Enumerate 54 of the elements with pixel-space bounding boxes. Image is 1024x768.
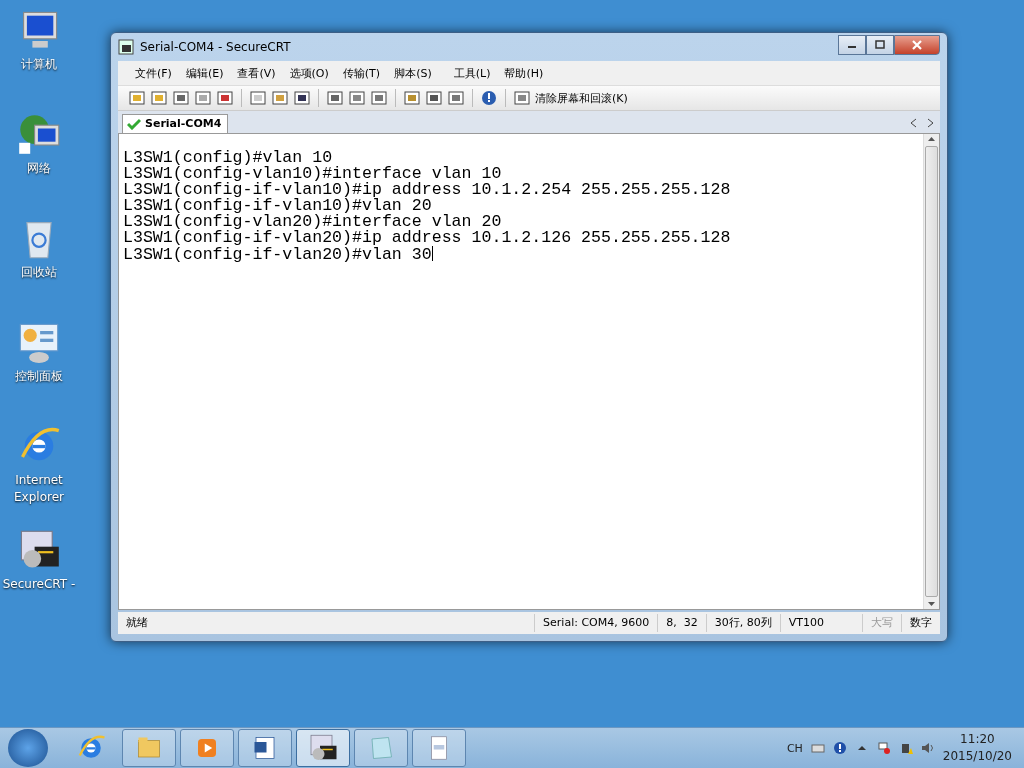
key-indicator: 大写 <box>862 614 901 632</box>
text-cursor <box>431 246 433 261</box>
keyboard-icon[interactable] <box>810 741 825 755</box>
connection-info: Serial: COM4, 9600 <box>534 614 658 632</box>
help-icon[interactable] <box>832 741 847 755</box>
terminal-line: L3SW1(config-if-vlan10)#vlan 20 <box>123 196 432 215</box>
terminal-line: L3SW1(config-vlan20)#interface vlan 20 <box>123 212 502 231</box>
arrow-right-icon[interactable] <box>926 118 934 128</box>
maximize-icon <box>875 40 885 50</box>
maximize-button[interactable] <box>866 35 894 55</box>
start-button[interactable] <box>8 729 48 767</box>
terminal[interactable] <box>118 133 940 610</box>
taskbar-button[interactable] <box>238 729 292 767</box>
key-indicator: 数字 <box>901 614 940 632</box>
close-button[interactable] <box>894 35 940 55</box>
terminal-line: L3SW1(config-if-vlan20)#vlan 30 <box>123 245 432 264</box>
menu-item[interactable]: 查看(V) <box>230 65 283 81</box>
emulation-mode: VT100 <box>779 614 832 632</box>
checkmark-icon <box>127 117 141 130</box>
arrow-down-icon[interactable] <box>927 599 936 609</box>
terminal-line: L3SW1(config-vlan10)#interface vlan 10 <box>123 164 502 183</box>
menu-item[interactable]: 传输(T) <box>335 65 388 81</box>
globe-monitor-icon <box>17 112 61 156</box>
terminal-line: L3SW1(config)#vlan 10 <box>123 148 333 167</box>
speaker-icon[interactable] <box>920 741 935 755</box>
menu-item[interactable]: 工具(L) <box>446 65 498 81</box>
desktop-icon-label[interactable]: SecureCRT - <box>0 576 78 593</box>
terminal-size: 30行, 80列 <box>705 614 780 632</box>
arrow-left-icon[interactable] <box>910 118 918 128</box>
minimize-button[interactable] <box>838 35 866 55</box>
language-indicator[interactable]: CH <box>786 741 803 755</box>
menu-item[interactable]: 编辑(E) <box>178 65 231 81</box>
help-icon[interactable] <box>480 89 498 107</box>
cursor-position: 8, 32 <box>657 614 706 632</box>
menu-item[interactable]: 文件(F) <box>128 65 179 81</box>
scrollbar[interactable] <box>923 134 939 609</box>
app-icon <box>118 39 134 55</box>
terminal-line: L3SW1(config-if-vlan10)#ip address 10.1.2.254 255.255.255.128 <box>123 180 731 199</box>
terminal-line: L3SW1(config-if-vlan20)#ip address 10.1.2.126 255.255.255.128 <box>123 228 731 247</box>
scrollbar-thumb[interactable] <box>925 146 938 597</box>
arrow-up-icon[interactable] <box>927 134 936 144</box>
menu-item[interactable]: 选项(O) <box>282 65 336 81</box>
status-text: 就绪 <box>125 615 149 631</box>
desktop-icon-label[interactable]: Internet Explorer <box>0 472 78 506</box>
clock-time: 11:20 <box>960 731 995 748</box>
clear-screen-button[interactable]: 清除屏幕和回滚(K) <box>535 90 628 106</box>
close-icon <box>911 39 923 51</box>
clock-date: 2015/10/20 <box>942 748 1012 765</box>
session-tab[interactable]: Serial-COM4 <box>122 114 229 133</box>
taskbar-button[interactable] <box>296 729 350 767</box>
menu-item[interactable]: 脚本(S) <box>387 65 439 81</box>
menu-item[interactable]: 帮助(H) <box>497 65 551 81</box>
window-title: Serial-COM4 - SecureCRT <box>140 40 291 54</box>
clock[interactable]: 11:20 2015/10/20 <box>942 731 1012 765</box>
